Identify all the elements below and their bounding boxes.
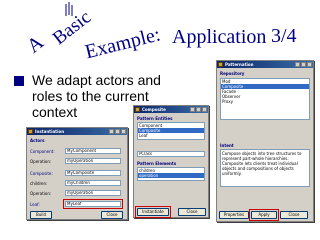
composite-titlebar[interactable]: Composite [134, 106, 208, 113]
elements-list[interactable]: children operation [137, 167, 205, 181]
patterns-window-title: Patternation [225, 62, 254, 67]
list-item[interactable]: Proxy [221, 99, 309, 104]
minimize-icon[interactable] [109, 129, 114, 134]
list-item[interactable]: Leaf [138, 133, 204, 138]
instantiation-titlebar[interactable]: Instantiation [27, 128, 127, 135]
patterns-window: Patternation Repository Mod Composite Fa… [216, 60, 314, 222]
intent-label: Intent [220, 143, 234, 148]
class-field[interactable]: PClass [137, 151, 205, 157]
intent-textarea[interactable]: Compose objects into tree structures to … [220, 149, 310, 187]
maximize-icon[interactable] [196, 107, 201, 112]
app-icon [218, 62, 223, 67]
close-icon[interactable] [307, 62, 312, 67]
instantiation-window: Instantiation Actors Component: MyCompon… [26, 127, 128, 220]
leaf-field-highlight [63, 199, 123, 209]
apply-highlight [249, 209, 279, 221]
close-icon[interactable] [121, 129, 126, 134]
instantiate-highlight [135, 206, 171, 218]
actors-label: Actors [30, 138, 45, 143]
app-icon [28, 129, 33, 134]
operation-field[interactable]: myOperation [65, 190, 121, 196]
maximize-icon[interactable] [301, 62, 306, 67]
children-label: children: [30, 181, 48, 186]
composite-label: Composite: [30, 171, 53, 176]
properties-button[interactable]: Properties [219, 211, 249, 219]
component-label: Component: [30, 149, 55, 154]
pattern-elements-label: Pattern Elements [137, 161, 177, 166]
close-button[interactable]: Close [101, 211, 123, 219]
pattern-entities-label: Pattern Entities [137, 116, 173, 121]
repository-label: Repository [220, 71, 245, 76]
pattern-list[interactable]: Mod Composite Facade Observer Proxy [220, 78, 310, 120]
children-field[interactable]: myChildren [65, 180, 121, 186]
entities-list[interactable]: Component Composite Leaf [137, 122, 205, 140]
patterns-titlebar[interactable]: Patternation [217, 61, 313, 68]
instantiation-window-title: Instantiation [35, 129, 65, 134]
operation-field[interactable]: myOperation [65, 158, 121, 164]
bullet-square-icon [14, 76, 24, 86]
minimize-icon[interactable] [190, 107, 195, 112]
leaf-label: Leaf: [30, 202, 40, 207]
title-decoration [65, 2, 73, 16]
close-button[interactable]: Close [280, 211, 308, 219]
close-icon[interactable] [202, 107, 207, 112]
title-word-application: Application [172, 26, 266, 48]
composite-window: Composite Pattern Entities Component Com… [133, 105, 209, 218]
composite-window-title: Composite [142, 107, 166, 112]
maximize-icon[interactable] [115, 129, 120, 134]
page-number: 3/4 [271, 25, 297, 47]
operation-label: Operation: [30, 191, 52, 196]
minimize-icon[interactable] [295, 62, 300, 67]
build-button[interactable]: Build [30, 211, 52, 219]
title-word-example: Example: [83, 23, 163, 63]
list-item-selected[interactable]: operation [138, 173, 204, 178]
operation-label: Operation: [30, 159, 52, 164]
title-word-a: A [23, 31, 48, 58]
composite-field[interactable]: MyComposite [65, 170, 121, 176]
close-button[interactable]: Close [178, 208, 206, 216]
app-icon [135, 107, 140, 112]
component-field[interactable]: MyComponent [65, 148, 121, 154]
